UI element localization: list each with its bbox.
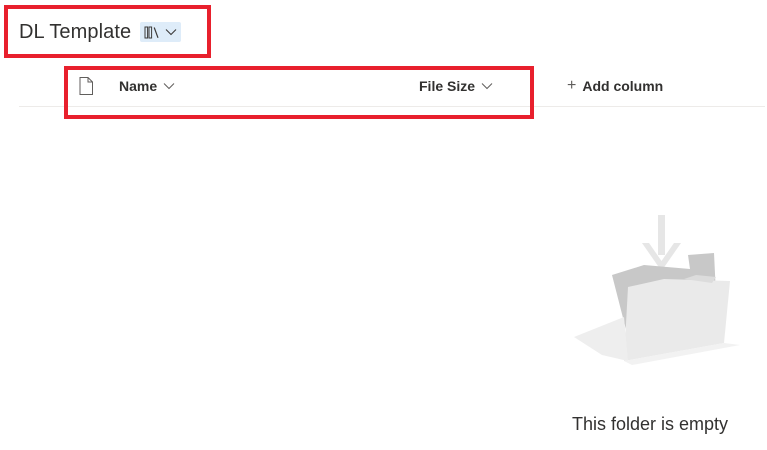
name-column-header[interactable]: Name bbox=[119, 66, 175, 106]
plus-icon: + bbox=[567, 77, 577, 94]
empty-state-message: This folder is empty bbox=[572, 414, 729, 434]
chevron-down-icon bbox=[163, 83, 175, 90]
column-header-row: Name File Size + Add column bbox=[19, 66, 765, 107]
add-column-button[interactable]: + Add column bbox=[567, 66, 663, 106]
name-column-label: Name bbox=[119, 78, 158, 94]
chevron-down-icon bbox=[165, 29, 177, 36]
file-size-column-header[interactable]: File Size bbox=[419, 66, 493, 106]
empty-folder-icon bbox=[574, 215, 740, 365]
chevron-down-icon bbox=[481, 83, 493, 90]
library-title[interactable]: DL Template bbox=[19, 21, 131, 44]
file-size-column-label: File Size bbox=[419, 78, 476, 94]
view-switcher-button[interactable] bbox=[140, 22, 182, 42]
file-type-column-header[interactable] bbox=[79, 66, 93, 106]
library-title-row: DL Template bbox=[19, 18, 182, 46]
document-icon bbox=[79, 77, 93, 95]
document-library-page: DL Template Name File Size + Add column … bbox=[0, 0, 767, 450]
add-column-label: Add column bbox=[582, 78, 664, 94]
library-books-icon bbox=[144, 26, 159, 39]
